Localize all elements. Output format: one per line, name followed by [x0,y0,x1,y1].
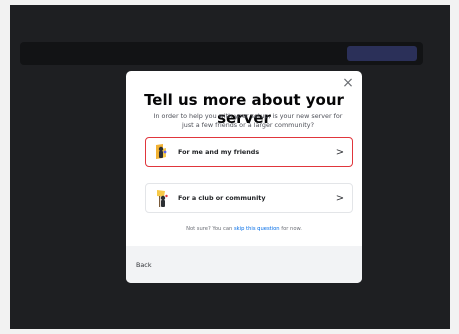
chevron-right-icon: > [335,192,345,204]
option-me-and-friends[interactable]: For me and my friends > [145,137,353,167]
option-label: For me and my friends [178,148,260,156]
chevron-right-icon: > [335,146,345,158]
friends-icon [154,142,170,162]
modal-footer: Back [126,246,362,283]
modal-subtitle: In order to help you with your setup, is… [153,112,343,129]
skip-footnote: Not sure? You can skip this question for… [126,226,362,232]
background-input-row [20,42,423,65]
close-icon[interactable]: × [342,76,354,90]
footnote-prefix: Not sure? You can [186,226,233,232]
back-button[interactable]: Back [136,261,152,269]
option-club-or-community[interactable]: For a club or community > [145,183,353,213]
background-button [347,46,417,61]
skip-question-link[interactable]: skip this question [234,226,280,232]
option-label: For a club or community [178,194,266,202]
footnote-suffix: for now. [281,226,302,232]
app-background: × Tell us more about your server In orde… [10,5,450,329]
server-purpose-modal: × Tell us more about your server In orde… [126,71,362,283]
community-icon [154,188,170,208]
